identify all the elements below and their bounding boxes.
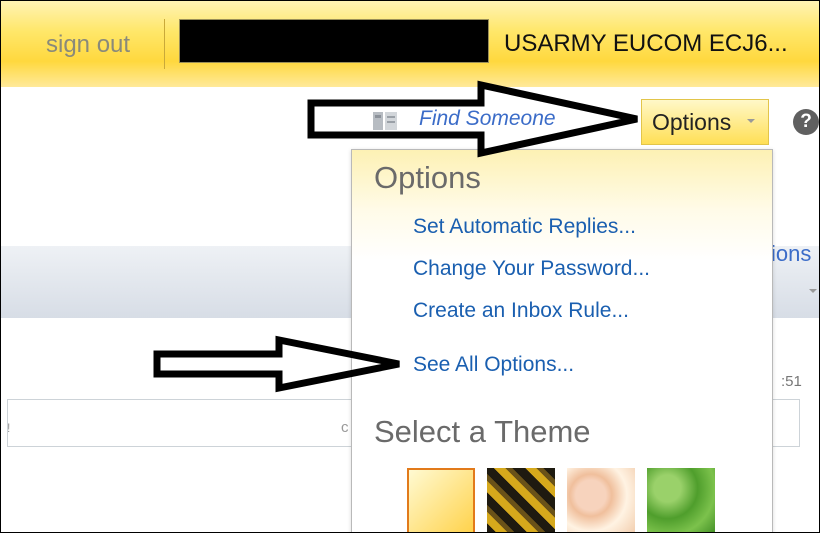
top-bar: sign out USARMY EUCOM ECJ6... <box>1 1 819 87</box>
change-password-link[interactable]: Change Your Password... <box>413 257 650 281</box>
select-theme-heading: Select a Theme <box>374 414 591 449</box>
browser-frame: sign out USARMY EUCOM ECJ6... Find Someo… <box>0 0 820 533</box>
partial-left-char: ! <box>7 421 11 435</box>
theme-swatch-sunny[interactable] <box>407 468 475 532</box>
options-menu-title: Options <box>374 160 481 195</box>
annotation-arrow-icon <box>307 80 638 158</box>
theme-swatch-hazard[interactable] <box>487 468 555 532</box>
chevron-down-icon <box>747 119 755 123</box>
create-inbox-rule-link[interactable]: Create an Inbox Rule... <box>413 299 629 323</box>
redacted-name-box <box>179 19 489 63</box>
sign-out-link[interactable]: sign out <box>46 31 130 59</box>
set-automatic-replies-link[interactable]: Set Automatic Replies... <box>413 215 636 239</box>
see-all-options-link[interactable]: See All Options... <box>413 353 574 377</box>
help-icon[interactable]: ? <box>793 109 819 135</box>
partial-search-char: c <box>341 419 349 436</box>
options-button-label: Options <box>652 109 732 135</box>
annotation-arrow-icon <box>153 335 400 393</box>
theme-swatch-peach[interactable] <box>567 468 635 532</box>
theme-swatch-green[interactable] <box>647 468 715 532</box>
partial-tab-label[interactable]: ions <box>771 241 811 267</box>
chevron-down-icon[interactable] <box>809 289 817 293</box>
user-name-label[interactable]: USARMY EUCOM ECJ6... <box>504 30 788 58</box>
options-dropdown-menu: Options Set Automatic Replies... Change … <box>351 149 773 532</box>
options-button[interactable]: Options <box>641 99 769 145</box>
partial-time-label: :51 <box>781 373 802 390</box>
top-divider <box>164 19 165 69</box>
